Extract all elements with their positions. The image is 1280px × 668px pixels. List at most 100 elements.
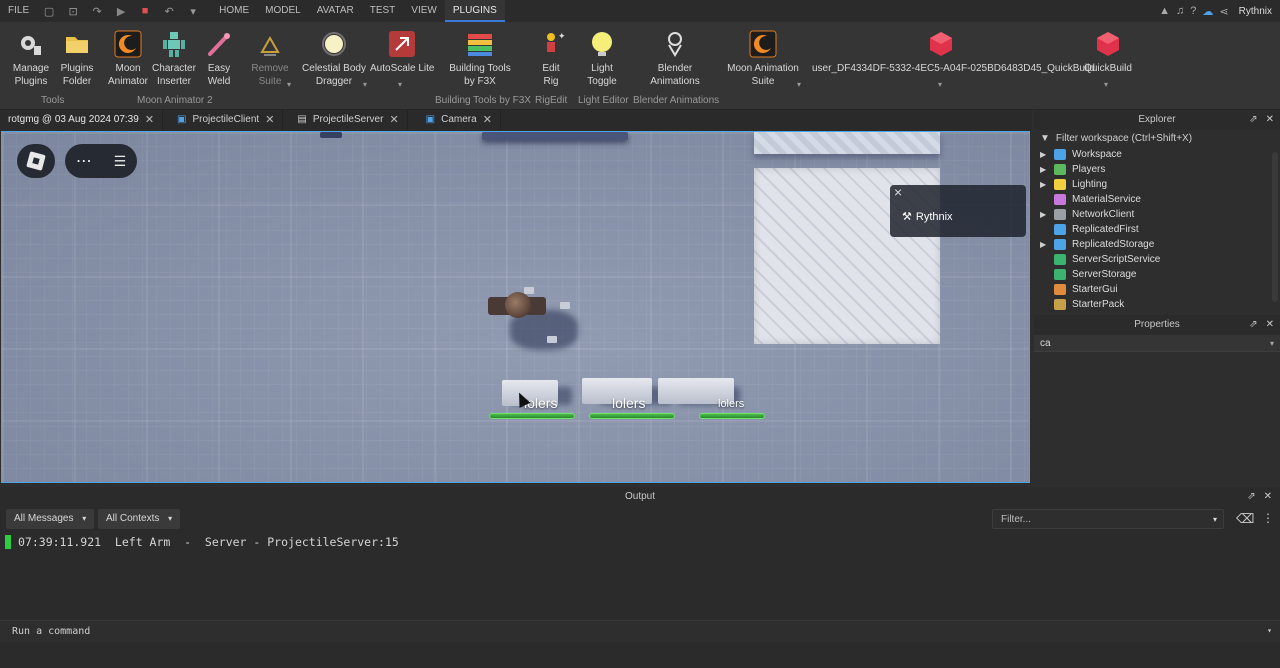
expand-arrow-icon[interactable]: ▶	[1040, 207, 1054, 222]
user-quickbuild-button[interactable]: user_DF4334DF-5332-4EC5-A04F-025BD6483D4…	[812, 28, 1095, 75]
tab-view[interactable]: VIEW	[403, 0, 445, 22]
expand-arrow-icon[interactable]: ▶	[1040, 177, 1054, 192]
redo-icon[interactable]: ↷	[90, 4, 104, 18]
tree-item[interactable]: MaterialService	[1034, 192, 1280, 207]
expand-arrow-icon[interactable]: ▶	[1040, 147, 1054, 162]
celestial-dropdown-icon[interactable]: ▾	[363, 80, 367, 89]
tab-place[interactable]: rotgmg @ 03 Aug 2024 07:39 ✕	[0, 110, 164, 130]
game-viewport[interactable]: ⋯ ☰ × ⚒ Rythnix lolers lolers lolers	[1, 131, 1030, 483]
tree-item[interactable]: ▶ NetworkClient	[1034, 207, 1280, 222]
file-menu[interactable]: FILE	[0, 0, 37, 22]
play-icon[interactable]: ▶	[114, 4, 128, 18]
output-filter-input[interactable]: Filter... ▾	[992, 509, 1224, 529]
tree-item-label: ReplicatedFirst	[1072, 224, 1139, 235]
manage-plugins-button[interactable]: Manage Plugins	[10, 28, 52, 88]
user-quickbuild-dropdown-icon[interactable]: ▾	[938, 80, 942, 89]
tree-item[interactable]: ServerStorage	[1034, 267, 1280, 282]
remove-suite-button[interactable]: Remove Suite	[248, 28, 292, 88]
tree-item[interactable]: ▶ Lighting	[1034, 177, 1280, 192]
close-icon[interactable]: ✕	[483, 110, 492, 130]
chat-icon[interactable]: ☰	[114, 153, 127, 170]
character-head[interactable]	[505, 292, 531, 318]
plugins-folder-button[interactable]: Plugins Folder	[57, 28, 97, 88]
autoscale-dropdown-icon[interactable]: ▾	[398, 80, 402, 89]
tab-projectile-client[interactable]: ▣ ProjectileClient ✕	[163, 110, 284, 130]
tab-model[interactable]: MODEL	[257, 0, 309, 22]
save-icon[interactable]: ⊡	[66, 4, 80, 18]
tab-plugins[interactable]: PLUGINS	[444, 0, 505, 22]
tab-test[interactable]: TEST	[362, 0, 404, 22]
tree-item[interactable]: StarterGui	[1034, 282, 1280, 297]
quickbuild-dropdown-icon[interactable]: ▾	[1104, 80, 1108, 89]
moon-suite-dropdown-icon[interactable]: ▾	[797, 80, 801, 89]
undock-icon[interactable]: ⇗	[1249, 315, 1257, 335]
tree-item[interactable]: ▶ Workspace	[1034, 147, 1280, 162]
tree-item[interactable]: StarterPack	[1034, 297, 1280, 312]
tree-item[interactable]: ▶ ReplicatedStorage	[1034, 237, 1280, 252]
close-icon[interactable]: ✕	[1266, 315, 1274, 335]
chevron-down-icon[interactable]: ▾	[1267, 626, 1272, 635]
more-icon[interactable]: ⋯	[76, 151, 92, 171]
part[interactable]	[320, 132, 342, 138]
quick-access-dropdown-icon[interactable]: ▾	[186, 4, 200, 18]
close-icon[interactable]: ✕	[1264, 487, 1272, 507]
tab-home[interactable]: HOME	[211, 0, 257, 22]
messages-filter-dropdown[interactable]: All Messages ▾	[6, 509, 95, 529]
moon-animation-suite-button[interactable]: Moon Animation Suite	[722, 28, 804, 88]
close-icon[interactable]: ×	[894, 184, 902, 200]
expand-arrow-icon[interactable]: ▶	[1040, 237, 1054, 252]
moon-animator-button[interactable]: Moon Animator	[106, 28, 150, 88]
close-icon[interactable]: ✕	[265, 110, 274, 130]
undock-icon[interactable]: ⇗	[1247, 487, 1255, 507]
undo-icon[interactable]: ↶	[162, 4, 176, 18]
properties-filter-input[interactable]: ca ▾	[1034, 335, 1280, 352]
quickbuild-button[interactable]: QuickBuild	[1080, 28, 1136, 75]
tab-avatar[interactable]: AVATAR	[309, 0, 362, 22]
part[interactable]	[482, 132, 628, 140]
cloud-icon[interactable]: ☁	[1202, 5, 1213, 18]
command-bar[interactable]: Run a command ▾	[0, 620, 1280, 642]
wall-part[interactable]	[754, 132, 940, 154]
new-file-icon[interactable]: ▢	[42, 4, 56, 18]
light-toggle-button[interactable]: Light Toggle	[580, 28, 624, 88]
tree-item[interactable]: ReplicatedFirst	[1034, 222, 1280, 237]
autoscale-lite-button[interactable]: AutoScale Lite	[370, 28, 435, 75]
close-icon[interactable]: ✕	[145, 110, 154, 130]
roblox-menu-button[interactable]	[17, 144, 55, 178]
blender-animations-button[interactable]: Blender Animations	[646, 28, 704, 88]
group-building-tools: Building Tools by F3X	[435, 95, 531, 106]
undock-icon[interactable]: ⇗	[1249, 110, 1257, 130]
easy-weld-label: Easy Weld	[207, 63, 231, 87]
clear-output-icon[interactable]: ⌫	[1236, 511, 1254, 527]
group-light-editor: Light Editor	[578, 95, 629, 106]
explorer-scrollbar[interactable]	[1272, 152, 1278, 302]
more-icon[interactable]: ⋮	[1262, 511, 1274, 525]
close-icon[interactable]: ✕	[389, 110, 398, 130]
help-icon[interactable]: ?	[1190, 5, 1196, 17]
character-inserter-button[interactable]: Character Inserter	[152, 28, 196, 88]
building-tools-button[interactable]: Building Tools by F3X	[446, 28, 514, 88]
tab-projectile-server[interactable]: ▤ ProjectileServer ✕	[283, 110, 408, 130]
celestial-body-dragger-button[interactable]: Celestial Body Dragger	[300, 28, 368, 88]
menubar-right: ▲ ♫ ? ☁ ⋖ Rythnix	[1159, 0, 1272, 22]
notifications-icon[interactable]: ♫	[1176, 5, 1184, 17]
easy-weld-button[interactable]: Easy Weld	[200, 28, 238, 88]
explorer-filter[interactable]: ▼ Filter workspace (Ctrl+Shift+X)	[1034, 130, 1280, 147]
stop-icon[interactable]: ■	[138, 4, 152, 18]
expand-arrow-icon[interactable]: ▶	[1040, 162, 1054, 177]
explorer-header: Explorer ⇗ ✕	[1034, 110, 1280, 130]
collapse-ribbon-icon[interactable]: ▲	[1159, 5, 1170, 17]
share-icon[interactable]: ⋖	[1219, 5, 1228, 18]
gear-plug-icon	[21, 36, 41, 55]
chevron-down-icon[interactable]: ▾	[1270, 335, 1274, 352]
tree-item[interactable]: ServerScriptService	[1034, 252, 1280, 267]
celestial-body-dragger-label: Celestial Body Dragger	[302, 63, 366, 87]
tree-item[interactable]: ▶ Players	[1034, 162, 1280, 177]
remove-suite-dropdown-icon[interactable]: ▾	[287, 80, 291, 89]
edit-rig-button[interactable]: ✦ Edit Rig	[532, 28, 570, 88]
contexts-filter-dropdown[interactable]: All Contexts ▾	[98, 509, 181, 529]
username[interactable]: Rythnix	[1239, 6, 1272, 17]
tab-camera[interactable]: ▣ Camera ✕	[408, 110, 501, 130]
light-toggle-label: Light Toggle	[587, 63, 617, 87]
close-icon[interactable]: ✕	[1266, 110, 1274, 130]
